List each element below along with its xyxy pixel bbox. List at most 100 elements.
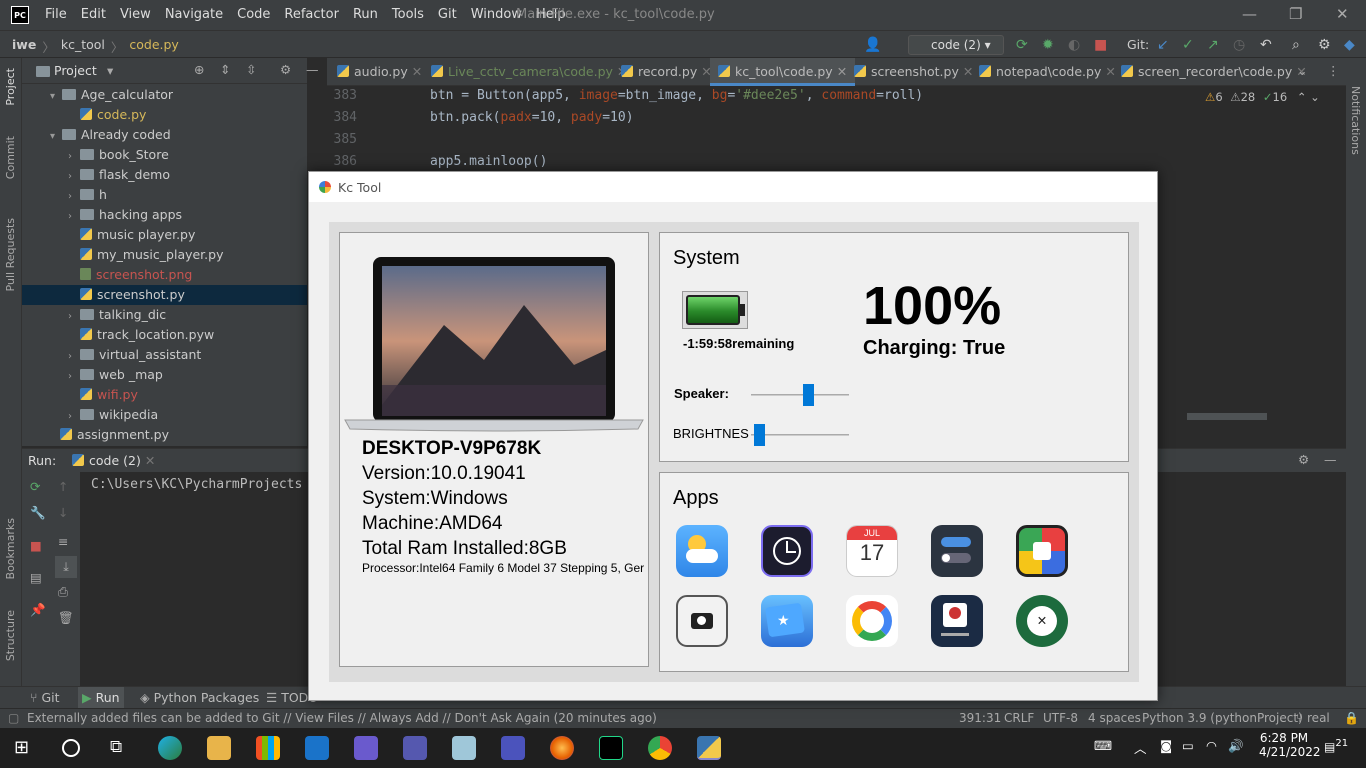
bottom-tab-python-packages[interactable]: ◈ Python Packages — [140, 690, 259, 705]
tree-item[interactable]: screenshot.png — [22, 265, 307, 285]
run-hide-icon[interactable]: — — [1324, 452, 1337, 467]
status-message[interactable]: Externally added files can be added to G… — [27, 711, 657, 725]
project-panel-title[interactable]: Project — [54, 63, 97, 78]
tree-item[interactable]: › book_Store — [22, 145, 307, 165]
rerun-icon[interactable]: ⟳ — [1016, 37, 1028, 53]
python-app-icon[interactable] — [697, 736, 721, 760]
close-icon[interactable]: ✕ — [1336, 5, 1349, 23]
side-tab-structure[interactable]: Structure — [4, 610, 17, 661]
clock[interactable]: 6:28 PM 4/21/2022 — [1259, 731, 1321, 759]
gear-icon[interactable]: ⚙ — [280, 62, 291, 77]
debug-icon[interactable]: ✹ — [1042, 37, 1054, 53]
rerun-icon[interactable]: ⟳ — [30, 479, 40, 494]
google-icon[interactable] — [846, 595, 898, 647]
run-config-select[interactable]: code (2) ▾ — [908, 35, 1004, 55]
side-tab-pull-requests[interactable]: Pull Requests — [4, 218, 17, 291]
tab-kc-tool[interactable]: kc_tool\code.py ✕ — [710, 58, 856, 86]
status-indent[interactable]: 4 spaces — [1088, 711, 1141, 725]
tree-item[interactable]: › web _map — [22, 365, 307, 385]
run-settings-icon[interactable]: ⚙ — [1298, 452, 1309, 467]
tab-audio[interactable]: audio.py ✕ — [337, 58, 422, 86]
scroll-to-end-icon[interactable]: ⤓ — [55, 556, 77, 578]
tree-item[interactable]: code.py — [22, 105, 307, 125]
run-tab[interactable]: code (2) ✕ — [72, 453, 155, 468]
restore-icon[interactable]: ❐ — [1289, 5, 1302, 23]
soft-wrap-icon[interactable]: ≡ — [58, 534, 68, 549]
tree-item[interactable]: › h — [22, 185, 307, 205]
tree-item[interactable]: wifi.py — [22, 385, 307, 405]
trash-icon[interactable]: 🗑 — [58, 610, 74, 626]
clock-icon[interactable] — [761, 525, 813, 577]
tree-item[interactable]: ▾ Already coded — [22, 125, 307, 145]
stop-icon[interactable]: ■ — [30, 538, 42, 553]
search-circle-icon[interactable] — [62, 739, 80, 757]
notification-center[interactable]: ▤21 — [1324, 738, 1348, 754]
pin-icon[interactable]: 📌 — [30, 602, 46, 618]
battery-tray-icon[interactable]: ▭ — [1182, 738, 1194, 753]
volume-tray-icon[interactable]: 🔊 — [1228, 738, 1244, 754]
menu-edit[interactable]: Edit — [81, 7, 106, 22]
brightness-slider[interactable] — [753, 424, 765, 446]
files-folder-icon[interactable]: ★ — [761, 595, 813, 647]
expand-all-icon[interactable]: ⇕ — [220, 62, 230, 77]
menu-navigate[interactable]: Navigate — [165, 7, 223, 22]
mail-icon[interactable] — [305, 736, 329, 760]
close-app-icon[interactable]: ✕ — [1016, 595, 1068, 647]
teams-chat-icon[interactable] — [501, 736, 525, 760]
tab-live-cctv[interactable]: Live_cctv_camera\code.py ✕ — [431, 58, 627, 86]
pycharm-icon[interactable] — [599, 736, 623, 760]
chevron-right-icon[interactable]: › — [68, 347, 80, 367]
settings-icon[interactable]: ⚙ — [1318, 37, 1331, 53]
windows-start-icon[interactable]: ⊞ — [14, 737, 29, 758]
tab-screenshot[interactable]: screenshot.py ✕ — [854, 58, 973, 86]
breadcrumb-folder[interactable]: kc_tool — [61, 37, 105, 56]
tree-item[interactable]: music player.py — [22, 225, 307, 245]
menu-code[interactable]: Code — [237, 7, 270, 22]
menu-view[interactable]: View — [120, 7, 151, 22]
chevron-right-icon[interactable]: › — [68, 407, 80, 427]
tree-item[interactable]: track_location.pyw — [22, 325, 307, 345]
stop-icon[interactable]: ■ — [1094, 37, 1107, 53]
chevron-down-icon[interactable]: ▾ — [50, 127, 62, 147]
chevron-right-icon[interactable]: › — [68, 167, 80, 187]
screenshot-camera-icon[interactable] — [676, 595, 728, 647]
menu-tools[interactable]: Tools — [392, 7, 424, 22]
git-update-icon[interactable]: ↙ — [1157, 37, 1169, 53]
chrome-icon[interactable] — [648, 736, 672, 760]
chevron-right-icon[interactable]: › — [68, 187, 80, 207]
tab-screen-recorder[interactable]: screen_recorder\code.py ✕ — [1121, 58, 1307, 86]
calendar-icon[interactable]: JUL 17 — [846, 525, 898, 577]
status-line-ending[interactable]: CRLF — [1004, 711, 1034, 725]
search-icon[interactable]: ⌕ — [1292, 37, 1300, 53]
menu-window[interactable]: Window — [471, 7, 522, 22]
file-explorer-icon[interactable] — [207, 736, 231, 760]
wifi-tray-icon[interactable]: ◠ — [1206, 738, 1217, 753]
chevron-down-icon[interactable]: ▾ — [50, 87, 62, 107]
status-position[interactable]: 391:31 — [959, 711, 1001, 725]
status-interpreter[interactable]: Python 3.9 (pythonProject) — [1142, 711, 1303, 725]
keyboard-icon[interactable]: ⌨ — [1094, 738, 1112, 753]
collapse-all-icon[interactable]: ⇳ — [246, 62, 256, 77]
tree-item[interactable]: › flask_demo — [22, 165, 307, 185]
tabs-dropdown-icon[interactable]: ⌄ — [1297, 63, 1307, 78]
breadcrumb-file[interactable]: code.py — [129, 37, 178, 56]
edge-icon[interactable] — [158, 736, 182, 760]
breadcrumb-project[interactable]: iwe — [12, 37, 36, 56]
menu-refactor[interactable]: Refactor — [284, 7, 339, 22]
git-rollback-icon[interactable]: ↶ — [1260, 37, 1272, 53]
teams-icon[interactable] — [403, 736, 427, 760]
status-encoding[interactable]: UTF-8 — [1043, 711, 1078, 725]
menu-run[interactable]: Run — [353, 7, 378, 22]
tree-item[interactable]: screenshot.py — [22, 285, 307, 305]
inspection-widget[interactable]: ⚠6 ⚠28 ✓16 ⌃ ⌄ — [1205, 90, 1320, 104]
side-tab-commit[interactable]: Commit — [4, 136, 17, 179]
kc-tool-titlebar[interactable]: Kc Tool — [309, 172, 1157, 202]
lock-icon[interactable]: 🔒 — [1344, 711, 1359, 725]
toggle-settings-icon[interactable] — [931, 525, 983, 577]
bottom-tab-git[interactable]: ⑂ Git — [30, 690, 60, 705]
task-view-icon[interactable]: ⧉ — [110, 737, 122, 757]
horizontal-scrollbar[interactable] — [1187, 413, 1267, 420]
locate-icon[interactable]: ⊕ — [194, 62, 204, 77]
chevron-right-icon[interactable]: › — [68, 207, 80, 227]
ludo-game-icon[interactable] — [1016, 525, 1068, 577]
